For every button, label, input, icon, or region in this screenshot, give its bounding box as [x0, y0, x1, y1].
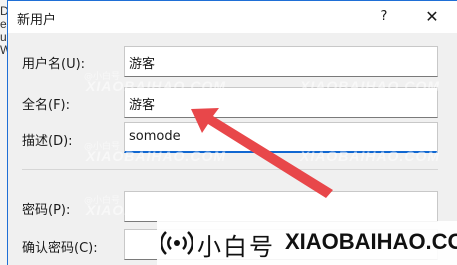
password-label: 密码(P): [22, 203, 71, 218]
watermark-text: XIAOBAIHAO.COM [86, 202, 226, 218]
site-banner: 小白号 XIAOBAIHAO.COM [157, 221, 457, 265]
watermark-text: XIAOBAIHAO.COM [300, 148, 440, 164]
confirm-password-label: 确认密码(C): [22, 241, 98, 256]
help-button[interactable]: ? [372, 5, 396, 29]
username-label: 用户名(U): [22, 57, 86, 72]
fullname-label: 全名(F): [22, 98, 71, 113]
banner-english-text: XIAOBAIHAO.COM [285, 229, 457, 254]
close-button[interactable]: ✕ [406, 1, 457, 33]
watermark-text: XIAOBAIHAO.COM [86, 148, 226, 164]
broadcast-icon [161, 231, 193, 255]
dialog-title: 新用户 [17, 13, 57, 28]
username-field[interactable]: 游客 [124, 46, 438, 77]
title-bar: 新用户 ? ✕ [8, 1, 457, 33]
strip-letter: u [0, 30, 7, 44]
banner-chinese-text: 小白号 [197, 233, 275, 261]
description-label: 描述(D): [22, 134, 73, 149]
watermark-text: XIAOBAIHAO.COM [300, 78, 440, 94]
strip-letter: e [0, 17, 7, 31]
separator [22, 169, 438, 170]
watermark-text: XIAOBAIHAO.COM [86, 78, 226, 94]
